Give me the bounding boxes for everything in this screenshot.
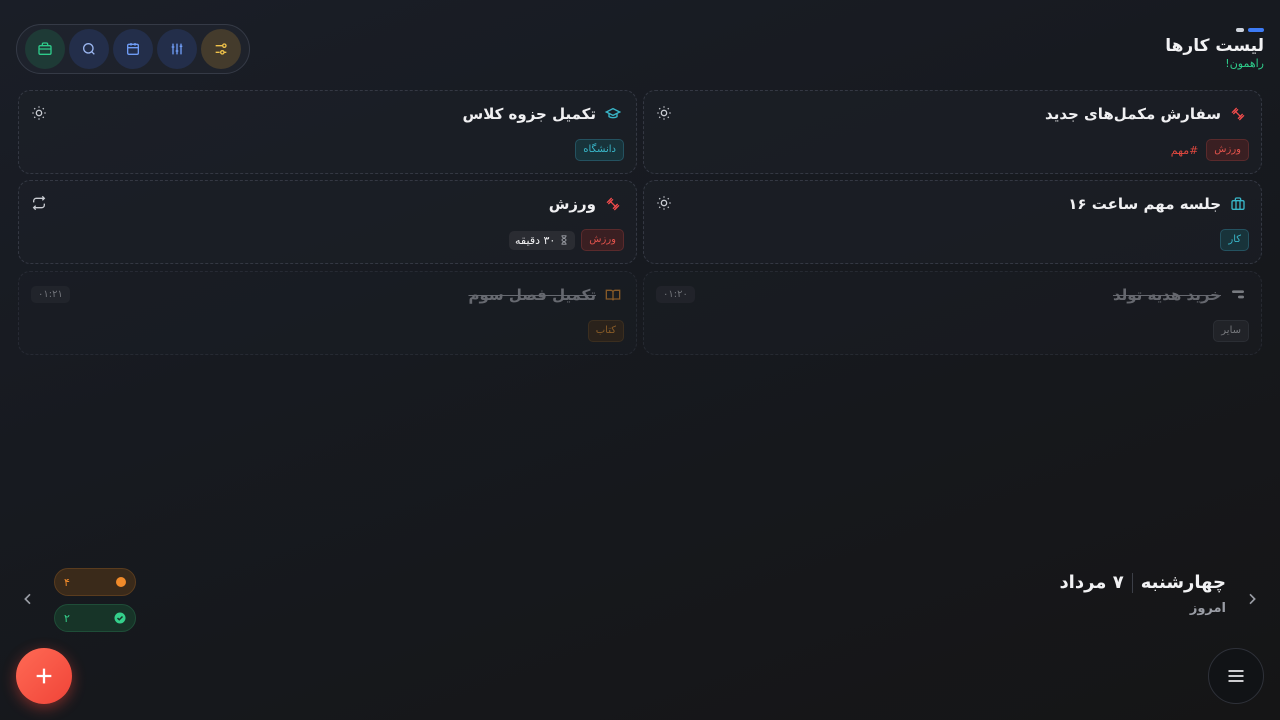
calendar-icon <box>127 43 139 55</box>
category-tag[interactable]: دانشگاه <box>575 139 624 161</box>
page-title: لیست کارها <box>1165 36 1264 56</box>
category-tag[interactable]: سایر <box>1213 320 1249 342</box>
duration-text: ۳۰ دقیقه <box>515 233 556 247</box>
today-label: امروز <box>1189 601 1226 616</box>
plus-icon <box>36 668 52 684</box>
time-chip: ۰۱:۲۱ <box>31 286 70 303</box>
dumbbell-icon <box>604 195 622 213</box>
task-title: سفارش مکمل‌های جدید <box>1045 105 1221 123</box>
menu-button[interactable] <box>1208 648 1264 704</box>
task-card[interactable]: تکمیل جزوه کلاس دانشگاه <box>18 90 637 174</box>
briefcase-icon <box>38 42 52 55</box>
pending-count: ۴ <box>64 575 70 589</box>
hashtag-label: #مهم <box>1170 143 1199 157</box>
repeat-icon <box>32 195 46 211</box>
calendar-button[interactable] <box>113 29 153 69</box>
sun-icon <box>657 196 671 210</box>
pending-count-badge[interactable]: ۴ <box>54 568 136 596</box>
pending-dot-icon <box>116 577 126 587</box>
other-icon <box>1229 286 1247 304</box>
category-tag[interactable]: کتاب <box>587 320 624 342</box>
task-card-done[interactable]: خرید هدیه تولد ۰۱:۲۰ سایر <box>643 271 1262 355</box>
search-button[interactable] <box>69 29 109 69</box>
filter-toggle-button[interactable] <box>201 29 241 69</box>
task-title: ورزش <box>548 195 596 213</box>
hourglass-icon <box>561 235 567 245</box>
focus-today-button[interactable] <box>656 195 672 211</box>
work-filter-button[interactable] <box>25 29 65 69</box>
duration-chip: ۳۰ دقیقه <box>509 230 576 250</box>
repeat-button[interactable] <box>31 195 47 211</box>
task-title: تکمیل فصل سوم <box>468 286 596 304</box>
hamburger-menu-icon <box>1228 670 1244 682</box>
chevron-right-icon <box>1249 593 1256 605</box>
task-title: جلسه مهم ساعت ۱۶ <box>1068 195 1221 213</box>
completed-count-badge[interactable]: ۲ <box>54 604 136 632</box>
next-day-button[interactable] <box>1244 591 1260 607</box>
weekday-label: چهارشنبه <box>1140 572 1226 593</box>
book-icon <box>604 286 622 304</box>
task-card-done[interactable]: تکمیل فصل سوم ۰۱:۲۱ کتاب <box>18 271 637 355</box>
date-divider <box>1131 572 1133 593</box>
check-circle-icon <box>114 612 126 624</box>
toolbar <box>16 24 250 74</box>
day-label: ۷ مرداد <box>1059 572 1124 593</box>
completed-count: ۲ <box>64 611 70 625</box>
filter-toggle-icon <box>215 43 227 55</box>
category-tag[interactable]: کار <box>1220 229 1249 251</box>
sliders-icon <box>171 43 183 55</box>
page-indicator <box>1165 28 1264 32</box>
time-chip: ۰۱:۲۰ <box>656 286 695 303</box>
previous-day-button[interactable] <box>20 591 36 607</box>
focus-today-button[interactable] <box>656 105 672 121</box>
search-icon <box>83 43 95 55</box>
add-task-button[interactable] <box>16 648 72 704</box>
briefcase-icon <box>1229 195 1247 213</box>
sun-icon <box>32 106 46 120</box>
page-subtitle: راهمون! <box>1225 57 1264 70</box>
time-chip-wrap: ۰۱:۲۰ <box>656 286 695 303</box>
task-card[interactable]: سفارش مکمل‌های جدید ورزش #مهم <box>643 90 1262 174</box>
category-tag[interactable]: ورزش <box>581 229 624 251</box>
time-chip-wrap: ۰۱:۲۱ <box>31 286 70 303</box>
category-tag[interactable]: ورزش <box>1206 139 1249 161</box>
sun-icon <box>657 106 671 120</box>
focus-today-button[interactable] <box>31 105 47 121</box>
settings-button[interactable] <box>157 29 197 69</box>
page-header: لیست کارها راهمون! <box>1165 28 1264 71</box>
task-title: تکمیل جزوه کلاس <box>462 105 597 123</box>
task-title: خرید هدیه تولد <box>1112 286 1221 304</box>
date-display: چهارشنبه ۷ مرداد امروز <box>1059 572 1226 616</box>
task-card[interactable]: ورزش ورزش ۳۰ دقیقه <box>18 180 637 264</box>
task-card[interactable]: جلسه مهم ساعت ۱۶ کار <box>643 180 1262 264</box>
dumbbell-icon <box>1229 105 1247 123</box>
graduation-cap-icon <box>604 105 622 123</box>
chevron-left-icon <box>24 593 31 605</box>
